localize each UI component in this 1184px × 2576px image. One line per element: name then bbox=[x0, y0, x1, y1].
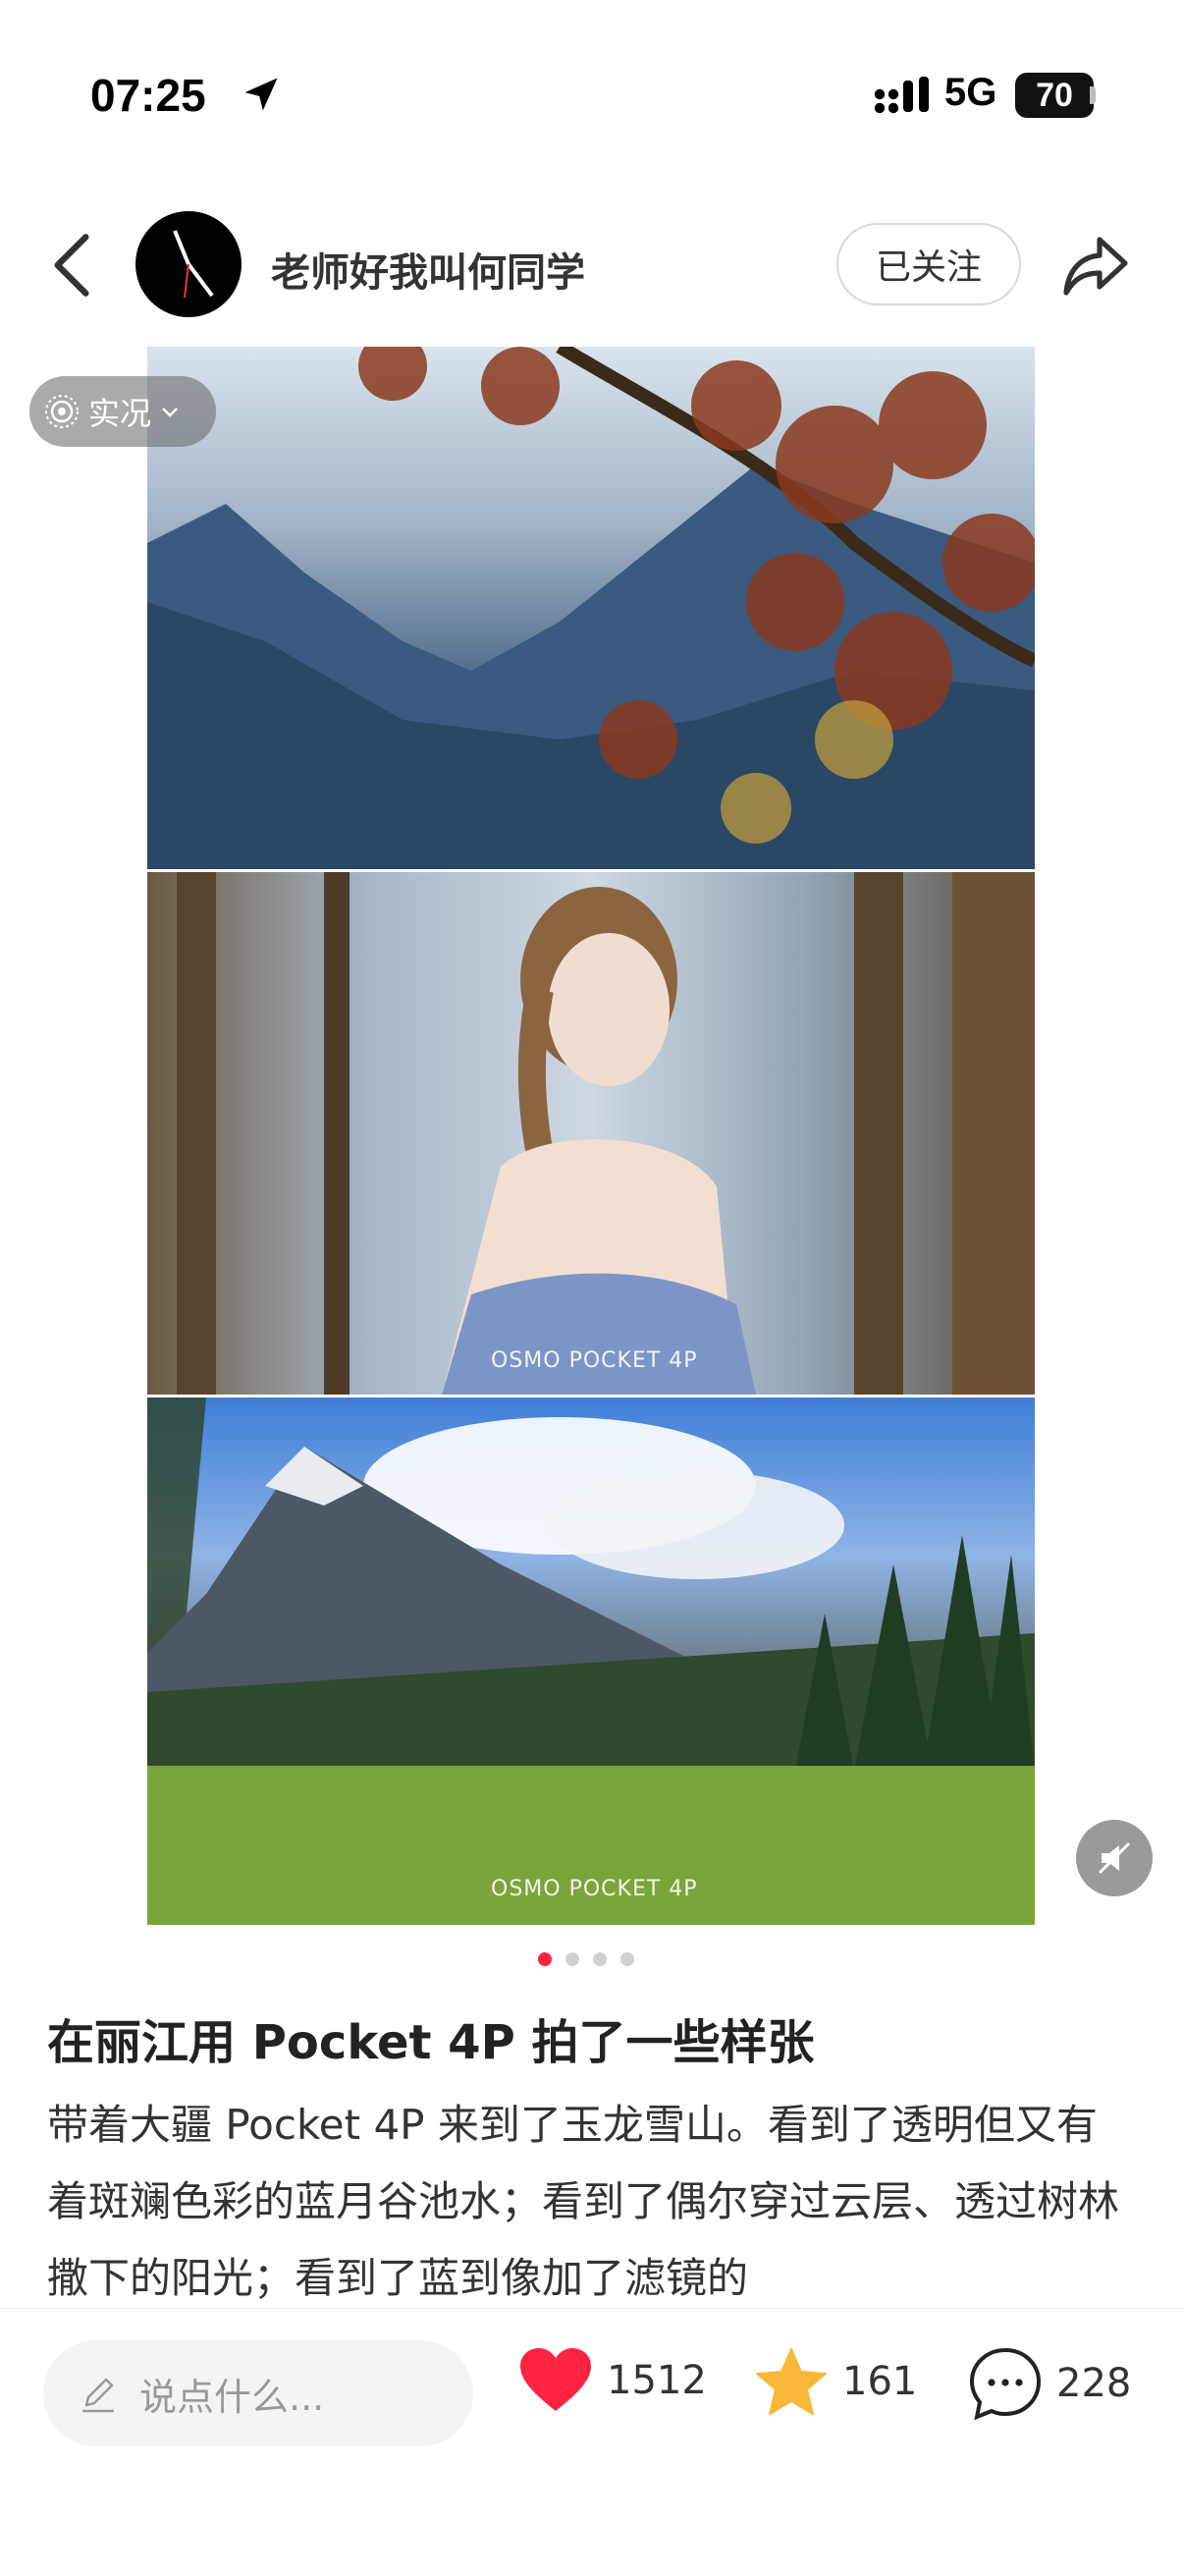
pager-dot-3[interactable] bbox=[593, 1952, 607, 1966]
post-title: 在丽江用 Pocket 4P 拍了一些样张 bbox=[47, 2015, 815, 2070]
back-icon[interactable] bbox=[47, 231, 96, 300]
comment-placeholder: 说点什么... bbox=[139, 2375, 325, 2419]
photo-meadow-mountain: OSMO POCKET 4P bbox=[147, 1398, 1035, 1925]
dji-watermark: OSMO POCKET 4P bbox=[491, 1348, 698, 1373]
pencil-icon bbox=[82, 2378, 114, 2413]
portrait-forest-scene bbox=[177, 872, 1035, 1395]
bottom-action-bar: 说点什么... 1512 161 228 bbox=[0, 2308, 1184, 2576]
post-header: 老师好我叫何同学 已关注 bbox=[0, 201, 1184, 329]
share-icon[interactable] bbox=[1060, 231, 1131, 300]
battery-tip bbox=[1090, 86, 1096, 104]
pager-dot-2[interactable] bbox=[565, 1952, 579, 1966]
heart-icon bbox=[520, 2348, 591, 2411]
comments-button[interactable]: 228 bbox=[968, 2346, 1131, 2421]
comment-icon bbox=[969, 2347, 1042, 2421]
avatar[interactable] bbox=[135, 211, 242, 317]
signal-icon bbox=[874, 77, 929, 114]
battery-indicator: 70 bbox=[1015, 73, 1094, 118]
comment-count: 228 bbox=[1056, 2361, 1132, 2406]
pager-dot-1[interactable] bbox=[538, 1952, 552, 1966]
like-button[interactable]: 1512 bbox=[518, 2346, 707, 2415]
favorite-button[interactable]: 161 bbox=[754, 2346, 917, 2417]
mute-icon bbox=[1098, 1841, 1131, 1875]
pager-dot-4[interactable] bbox=[620, 1952, 634, 1966]
photo-mountain-maple bbox=[147, 347, 1035, 869]
chevron-down-icon bbox=[162, 408, 178, 417]
comment-input[interactable]: 说点什么... bbox=[43, 2340, 473, 2446]
photo-portrait-forest: OSMO POCKET 4P bbox=[147, 872, 1035, 1395]
follow-button[interactable]: 已关注 bbox=[836, 223, 1021, 305]
mute-button[interactable] bbox=[1076, 1820, 1153, 1896]
favorite-count: 161 bbox=[842, 2359, 918, 2404]
post-body: 带着大疆 Pocket 4P 来到了玉龙雪山。看到了透明但又有着斑斓色彩的蓝月谷… bbox=[47, 2101, 1120, 2302]
status-bar: 07:25 5G 70 bbox=[0, 0, 1184, 187]
location-arrow-icon bbox=[244, 78, 278, 111]
avatar-clock-graphic bbox=[173, 230, 214, 299]
like-count: 1512 bbox=[607, 2358, 707, 2403]
meadow-mountain-scene bbox=[147, 1398, 1035, 1925]
media-carousel[interactable]: OSMO POCKET 4P OSMO POCKET 4P bbox=[147, 347, 1035, 1925]
live-photo-toggle[interactable]: 实况 bbox=[29, 376, 216, 447]
dji-watermark: OSMO POCKET 4P bbox=[491, 1877, 698, 1901]
live-label: 实况 bbox=[88, 395, 152, 432]
network-type: 5G bbox=[944, 71, 997, 114]
star-icon bbox=[756, 2348, 827, 2415]
mountain-maple-scene bbox=[147, 347, 1035, 869]
status-time: 07:25 bbox=[90, 70, 206, 121]
carousel-pager bbox=[538, 1952, 634, 1966]
live-photo-icon bbox=[45, 395, 79, 428]
author-name[interactable]: 老师好我叫何同学 bbox=[271, 241, 585, 298]
